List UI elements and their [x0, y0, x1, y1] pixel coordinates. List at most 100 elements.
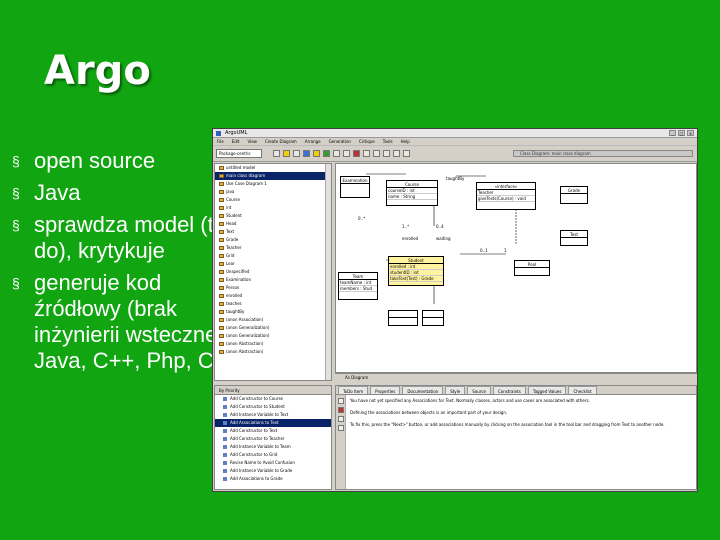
tree-item[interactable]: Use Case Diagram 1: [215, 180, 331, 188]
bullet-item: § sprawdza model (to do), krytykuje: [12, 212, 242, 264]
tree-item-label: (anon Abstraction): [226, 349, 264, 354]
toolbar-button[interactable]: [353, 150, 360, 157]
todo-item[interactable]: Add Instance Variable to Grade: [215, 467, 331, 475]
class-icon[interactable]: [283, 150, 290, 157]
menu-edit[interactable]: Edit: [232, 138, 240, 145]
tree-item[interactable]: (anon Abstraction): [215, 340, 331, 348]
window-titlebar[interactable]: ArgoUML _ □ x: [213, 129, 697, 138]
tab-checklist[interactable]: Checklist: [568, 386, 597, 394]
uml-class-examination[interactable]: Examination: [340, 176, 370, 198]
toolbar-button[interactable]: [393, 150, 400, 157]
tree-item[interactable]: (anon Abstraction): [215, 348, 331, 356]
menu-file[interactable]: File: [217, 138, 224, 145]
tab-constraints[interactable]: Constraints: [492, 386, 526, 394]
app-icon: [216, 131, 221, 136]
tree-item[interactable]: (anon Generalization): [215, 332, 331, 340]
multiplicity-label: 0..*: [358, 216, 366, 221]
tree-item[interactable]: (anon Generalization): [215, 324, 331, 332]
tree-item[interactable]: untitled model: [215, 164, 331, 172]
association-label: enrolled: [402, 236, 419, 241]
uml-class-course[interactable]: Course courseID : int name : String: [386, 180, 438, 206]
todo-item[interactable]: Add Constructor to Text: [215, 427, 331, 435]
snooze-icon[interactable]: [338, 425, 344, 431]
uml-class-team[interactable]: Team teamName : int members : Stud: [338, 272, 378, 300]
tree-item[interactable]: Unspecified: [215, 268, 331, 276]
menu-help[interactable]: Help: [401, 138, 410, 145]
close-button[interactable]: x: [687, 130, 694, 136]
toolbar-button[interactable]: [383, 150, 390, 157]
menu-generation[interactable]: Generation: [329, 138, 351, 145]
class-icon: [219, 230, 224, 234]
diagram-canvas[interactable]: Examination Course courseID : int name :…: [335, 163, 697, 373]
todo-item[interactable]: Add Constructor to Grid: [215, 451, 331, 459]
uml-class-pool[interactable]: Pool: [514, 260, 550, 276]
todo-item[interactable]: Add Associations to Text: [215, 419, 331, 427]
uml-class-name: Student: [389, 257, 443, 264]
uml-class-grade[interactable]: Grade: [560, 186, 588, 204]
maximize-button[interactable]: □: [678, 130, 685, 136]
tree-item[interactable]: enrolled: [215, 292, 331, 300]
tab-properties[interactable]: Properties: [370, 386, 401, 394]
tree-item[interactable]: (anon Association): [215, 316, 331, 324]
uml-class-test[interactable]: Test: [560, 230, 588, 246]
todo-item[interactable]: Add Associations to Grade: [215, 475, 331, 483]
todo-grouping-select[interactable]: By Priority: [215, 386, 331, 395]
menu-create-diagram[interactable]: Create Diagram: [265, 138, 297, 145]
todo-item[interactable]: Add Constructor to Teacher: [215, 435, 331, 443]
todo-item[interactable]: Add Instance Variable to Team: [215, 443, 331, 451]
menu-critique[interactable]: Critique: [359, 138, 375, 145]
uml-class-empty[interactable]: [388, 310, 418, 326]
note-icon[interactable]: [313, 150, 320, 157]
todo-item[interactable]: Add Constructor to Student: [215, 403, 331, 411]
email-icon[interactable]: [338, 416, 344, 422]
generalization-icon[interactable]: [303, 150, 310, 157]
new-todo-icon[interactable]: [338, 398, 344, 404]
tree-item[interactable]: taughtBy: [215, 308, 331, 316]
tree-item[interactable]: teaches: [215, 300, 331, 308]
toolbar-button[interactable]: [333, 150, 340, 157]
tab-style[interactable]: Style: [445, 386, 466, 394]
tree-item[interactable]: Student: [215, 212, 331, 220]
tree-item[interactable]: int: [215, 204, 331, 212]
tree-item[interactable]: Teacher: [215, 244, 331, 252]
minimize-button[interactable]: _: [669, 130, 676, 136]
association-icon[interactable]: [293, 150, 300, 157]
tree-item[interactable]: Examination: [215, 276, 331, 284]
toolbar-button[interactable]: [373, 150, 380, 157]
toolbar-button[interactable]: [403, 150, 410, 157]
todo-item[interactable]: Add Constructor to Course: [215, 395, 331, 403]
tab-tagged-values[interactable]: Tagged Values: [527, 386, 567, 394]
tree-scrollbar[interactable]: [325, 164, 331, 380]
tree-item[interactable]: Course: [215, 196, 331, 204]
tab-source[interactable]: Source: [467, 386, 491, 394]
select-icon[interactable]: [273, 150, 280, 157]
uml-interface-teacher[interactable]: «interface» Teacher giveTests(Course) : …: [476, 182, 536, 210]
menu-view[interactable]: View: [247, 138, 257, 145]
tree-item-label: (anon Generalization): [226, 333, 270, 338]
tab-documentation[interactable]: Documentation: [402, 386, 444, 394]
toolbar-button[interactable]: [343, 150, 350, 157]
todo-item[interactable]: Add Instance Variable to Text: [215, 411, 331, 419]
tree-item[interactable]: Person: [215, 284, 331, 292]
tree-item[interactable]: Grid: [215, 252, 331, 260]
navigation-tree[interactable]: untitled model main class diagram Use Ca…: [214, 163, 332, 381]
tab-todo-item[interactable]: ToDo Item: [338, 386, 369, 394]
tree-item[interactable]: main class diagram: [215, 172, 331, 180]
uml-class-empty[interactable]: [422, 310, 444, 326]
tree-item[interactable]: Lear: [215, 260, 331, 268]
zoom-icon[interactable]: [323, 150, 330, 157]
menu-arrange[interactable]: Arrange: [305, 138, 321, 145]
uml-class-student[interactable]: Student enrolled : int studentID : int t…: [388, 256, 444, 286]
tree-item[interactable]: java: [215, 188, 331, 196]
tree-item[interactable]: Text: [215, 228, 331, 236]
resolve-icon[interactable]: [338, 407, 344, 413]
toolbar-button[interactable]: [363, 150, 370, 157]
tab-as-diagram[interactable]: As Diagram: [335, 373, 697, 381]
tree-item[interactable]: Head: [215, 220, 331, 228]
perspective-select[interactable]: Package-centric: [216, 149, 262, 158]
menu-tools[interactable]: Tools: [383, 138, 393, 145]
tree-item[interactable]: Grade: [215, 236, 331, 244]
bullet-item: § generuje kod źródłowy (brak inżynierii…: [12, 270, 242, 374]
tree-item-label: (anon Association): [226, 317, 264, 322]
todo-item[interactable]: Revise Name to Avoid Confusion: [215, 459, 331, 467]
